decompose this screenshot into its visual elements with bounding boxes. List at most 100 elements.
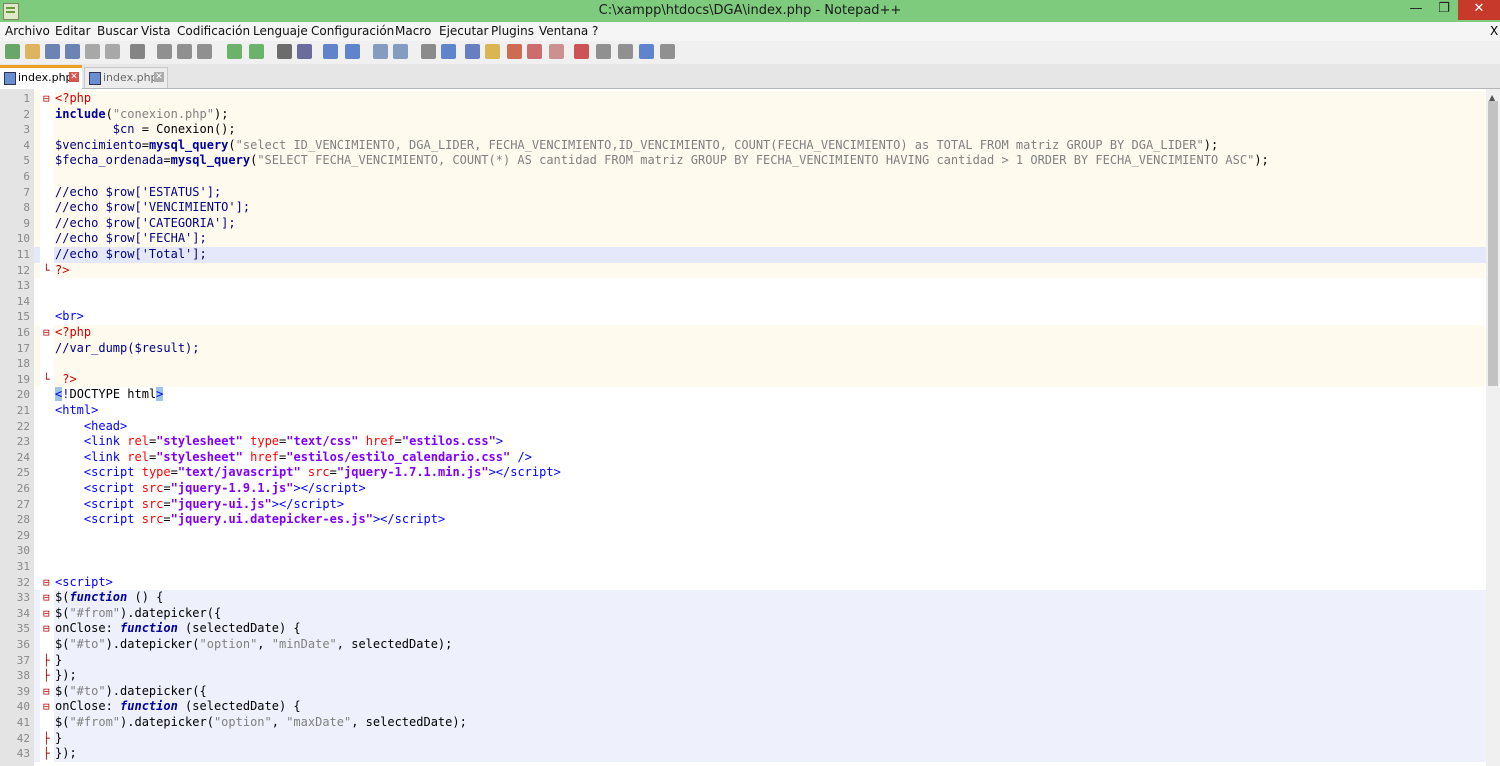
tab-close-icon[interactable]: ✕ (154, 72, 164, 82)
menu-vista[interactable]: Vista (141, 24, 171, 38)
fold-marker-icon[interactable]: └ (43, 372, 51, 388)
code-editor[interactable]: 1 ⊟ <?php 2 include("conexion.php"); 3 $cn = … (0, 89, 1486, 766)
cut-icon[interactable] (157, 44, 172, 59)
code-line[interactable]: 25 <script type="text/javascript" src="j… (0, 465, 1486, 481)
menu-ejecutar[interactable]: Ejecutar (439, 24, 489, 38)
menu-codificaci-n[interactable]: Codificación (177, 24, 250, 38)
code-line[interactable]: 8 //echo $row['VENCIMIENTO']; (0, 200, 1486, 216)
sync-h-icon[interactable] (393, 44, 408, 59)
fold-marker-icon[interactable]: ⊟ (43, 590, 51, 606)
code-line[interactable]: 24 <link rel="stylesheet" href="estilos/… (0, 450, 1486, 466)
doc-map-icon[interactable] (507, 44, 522, 59)
fold-marker-icon[interactable]: └ (43, 263, 51, 279)
sync-v-icon[interactable] (373, 44, 388, 59)
code-line[interactable]: 26 <script src="jquery-1.9.1.js"></scrip… (0, 481, 1486, 497)
fold-marker-icon[interactable]: ├ (43, 746, 51, 762)
code-line[interactable]: 19 └ ?> (0, 371, 1486, 388)
code-line[interactable]: 5 $fecha_ordenada=mysql_query("SELECT FEC… (0, 153, 1486, 169)
copy-icon[interactable] (177, 44, 192, 59)
code-line[interactable]: 16 ⊟ <?php (0, 325, 1486, 341)
code-line[interactable]: 23 <link rel="stylesheet" type="text/css… (0, 434, 1486, 450)
code-line[interactable]: 28 <script src="jquery.ui.datepicker-es.… (0, 512, 1486, 528)
undo-icon[interactable] (227, 44, 242, 59)
code-line[interactable]: 32 ⊟ <script> (0, 575, 1486, 591)
save-all-icon[interactable] (65, 44, 80, 59)
menu-plugins[interactable]: Plugins (491, 24, 534, 38)
indent-guide-icon[interactable] (465, 44, 480, 59)
code-line[interactable]: 3 $cn = Conexion(); (0, 122, 1486, 138)
code-line[interactable]: 4 $vencimiento=mysql_query("select ID_VEN… (0, 137, 1486, 154)
folder-as-workspace-icon[interactable] (549, 44, 564, 59)
fold-marker-icon[interactable]: ├ (43, 731, 51, 747)
fold-marker-icon[interactable]: ├ (43, 653, 51, 669)
fold-marker-icon[interactable]: ⊟ (43, 575, 51, 591)
code-line[interactable]: 11 //echo $row['Total']; (0, 247, 1486, 263)
menu-configuraci-n[interactable]: Configuración (311, 24, 394, 38)
code-line[interactable]: 21 <html> (0, 403, 1486, 419)
code-line[interactable]: 29 (0, 528, 1486, 544)
fold-marker-icon[interactable]: ⊟ (43, 621, 51, 637)
fold-marker-icon[interactable]: ⊟ (43, 91, 51, 107)
tab-index-php[interactable]: index.php ✕ (84, 67, 168, 88)
code-line[interactable]: 6 (0, 169, 1486, 185)
new-file-icon[interactable] (5, 44, 20, 59)
zoom-out-icon[interactable] (345, 44, 360, 59)
code-line[interactable]: 10 //echo $row['FECHA']; (0, 231, 1486, 247)
code-line[interactable]: 27 <script src="jquery-ui.js"></script> (0, 497, 1486, 513)
fold-marker-icon[interactable]: ⊟ (43, 325, 51, 341)
close-document-button[interactable]: X (1490, 24, 1498, 38)
code-line[interactable]: 34 ⊟ $("#from").datepicker({ (0, 605, 1486, 622)
code-line[interactable]: 41 $("#from").datepicker("option", "maxDa… (0, 715, 1486, 731)
code-line[interactable]: 43 ├}); (0, 746, 1486, 762)
vertical-scrollbar[interactable]: ▲ (1486, 89, 1500, 766)
find-icon[interactable] (277, 44, 292, 59)
print-icon[interactable] (130, 44, 145, 59)
close-icon[interactable] (85, 44, 100, 59)
code-line[interactable]: 13 (0, 278, 1486, 294)
code-line[interactable]: 18 (0, 356, 1486, 372)
code-line[interactable]: 14 (0, 294, 1486, 310)
replace-icon[interactable] (297, 44, 312, 59)
code-line[interactable]: 1 ⊟ <?php (0, 91, 1486, 107)
scrollbar-thumb[interactable] (1488, 101, 1498, 386)
word-wrap-icon[interactable] (421, 44, 436, 59)
code-line[interactable]: 17 //var_dump($result); (0, 340, 1486, 357)
open-file-icon[interactable] (25, 44, 40, 59)
code-line[interactable]: 35 ⊟ onClose: function (selectedDate) { (0, 621, 1486, 637)
tab-index-php-active[interactable]: index.php ✕ (0, 65, 82, 90)
udl-icon[interactable] (485, 44, 500, 59)
show-all-chars-icon[interactable] (441, 44, 456, 59)
run-macro-multiple-icon[interactable] (639, 44, 654, 59)
fold-marker-icon[interactable]: ⊟ (43, 684, 51, 700)
menu-lenguaje[interactable]: Lenguaje (253, 24, 308, 38)
function-list-icon[interactable] (527, 44, 542, 59)
code-line[interactable]: 37 ├} (0, 652, 1486, 669)
code-line[interactable]: 38 ├}); (0, 668, 1486, 684)
code-line[interactable]: 31 (0, 559, 1486, 575)
close-all-icon[interactable] (105, 44, 120, 59)
maximize-button[interactable]: ❐ (1430, 0, 1458, 20)
menu-macro[interactable]: Macro (395, 24, 431, 38)
menu-ventana[interactable]: Ventana (539, 24, 588, 38)
code-line[interactable]: 9 //echo $row['CATEGORIA']; (0, 215, 1486, 232)
minimize-button[interactable]: — (1402, 0, 1430, 20)
code-line[interactable]: 20 <!DOCTYPE html> (0, 387, 1486, 403)
code-line[interactable]: 42 ├} (0, 730, 1486, 747)
redo-icon[interactable] (249, 44, 264, 59)
code-line[interactable]: 22 <head> (0, 419, 1486, 435)
tab-close-icon[interactable]: ✕ (69, 72, 79, 82)
menu-editar[interactable]: Editar (55, 24, 91, 38)
fold-marker-icon[interactable]: ├ (43, 668, 51, 684)
zoom-in-icon[interactable] (323, 44, 338, 59)
menu-archivo[interactable]: Archivo (5, 24, 50, 38)
paste-icon[interactable] (197, 44, 212, 59)
code-line[interactable]: 39 ⊟ $("#to").datepicker({ (0, 683, 1486, 700)
save-macro-icon[interactable] (660, 44, 675, 59)
fold-marker-icon[interactable]: ⊟ (43, 606, 51, 622)
code-line[interactable]: 15 <br> (0, 309, 1486, 325)
code-line[interactable]: 7 //echo $row['ESTATUS']; (0, 184, 1486, 201)
code-line[interactable]: 30 (0, 543, 1486, 559)
code-line[interactable]: 12 └ ?> (0, 262, 1486, 279)
code-line[interactable]: 36 $("#to").datepicker("option", "minDate… (0, 637, 1486, 653)
code-line[interactable]: 2 include("conexion.php"); (0, 106, 1486, 123)
